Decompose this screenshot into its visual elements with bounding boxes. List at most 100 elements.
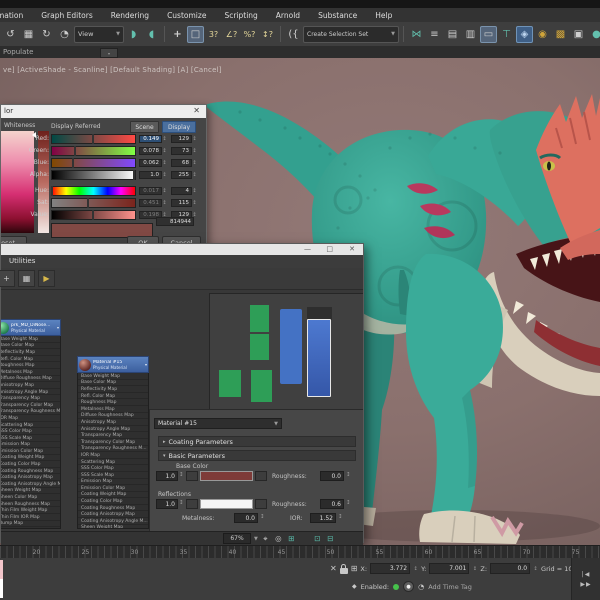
- map-slot[interactable]: Transparency Map: [78, 432, 148, 439]
- pick-material-icon[interactable]: ▶: [38, 270, 55, 287]
- spinner-icon[interactable]: ↕: [162, 188, 167, 194]
- menu-item[interactable]: Substance: [309, 11, 366, 20]
- alpha-slider[interactable]: [51, 169, 136, 180]
- navigator-panel[interactable]: [209, 293, 363, 411]
- zoom-tool-icon[interactable]: ◎: [273, 533, 284, 544]
- basic-parameters-rollout[interactable]: ▾ Basic Parameters: [158, 450, 356, 461]
- render-setup-icon[interactable]: ▩: [552, 26, 569, 43]
- close-icon[interactable]: ✕: [193, 106, 200, 115]
- navigator-node-selected[interactable]: [307, 319, 331, 397]
- display-value-field[interactable]: 73: [171, 146, 192, 155]
- auto-key-icon[interactable]: ●: [403, 581, 415, 592]
- slider-handle[interactable]: [73, 145, 76, 156]
- menu-item-utilities[interactable]: Utilities: [9, 257, 35, 265]
- curve-editor-icon[interactable]: ⊤: [498, 26, 515, 43]
- unlink-icon[interactable]: ◖: [143, 26, 160, 43]
- dialog-titlebar[interactable]: lor ✕: [1, 105, 206, 118]
- menu-item[interactable]: Help: [366, 11, 401, 20]
- map-slot[interactable]: Diffuse Roughness Map: [1, 376, 60, 383]
- y-coordinate-field[interactable]: 7.001: [429, 563, 470, 574]
- add-time-tag[interactable]: Add Time Tag: [428, 583, 472, 591]
- menu-item[interactable]: Rendering: [102, 11, 158, 20]
- viewport-shading-label[interactable]: ve] [ActiveShade - Scanline] [Default Sh…: [3, 66, 222, 74]
- display-value-field[interactable]: 129: [171, 134, 192, 143]
- angle-snap-icon[interactable]: ∠?: [223, 26, 240, 43]
- map-slot[interactable]: Sheen Weight Map: [1, 488, 60, 495]
- navigator-node[interactable]: [250, 305, 269, 332]
- close-icon[interactable]: ✕: [349, 245, 355, 253]
- map-slot[interactable]: Coating Weight Map: [78, 492, 148, 499]
- map-slot[interactable]: Coating Anisotropy Map: [1, 474, 60, 482]
- isolate-selection-icon[interactable]: ✕: [330, 564, 337, 573]
- selection-lock-icon[interactable]: [339, 563, 348, 574]
- spinner-icon[interactable]: ↕: [192, 160, 197, 166]
- ribbon-tab-label[interactable]: Populate: [3, 48, 33, 56]
- zoom-region-icon[interactable]: ⊡: [312, 533, 323, 544]
- map-slot[interactable]: Reflectivity Map: [78, 386, 148, 393]
- map-slot[interactable]: IOR Map: [78, 452, 148, 459]
- navigator-node[interactable]: [219, 370, 241, 397]
- named-selection-sets-icon[interactable]: ({: [285, 26, 302, 43]
- spinner-icon[interactable]: ↕: [162, 160, 167, 166]
- slider-handle[interactable]: [72, 157, 75, 168]
- refl-color-swatch[interactable]: [200, 499, 253, 509]
- slider-handle[interactable]: [51, 185, 54, 196]
- map-slot[interactable]: Roughness Map: [1, 362, 60, 369]
- hex-value-field[interactable]: 814944: [156, 217, 194, 226]
- saturation-slider[interactable]: [51, 197, 136, 208]
- blue-slider[interactable]: [51, 157, 136, 168]
- red-slider[interactable]: [51, 133, 136, 144]
- display-value-field[interactable]: 255: [171, 170, 192, 179]
- slider-handle[interactable]: [133, 169, 135, 180]
- map-slot[interactable]: Sheen Weight Map: [78, 525, 148, 528]
- collapse-icon[interactable]: ▾: [57, 325, 59, 330]
- menu-item[interactable]: Customize: [158, 11, 215, 20]
- display-mode-button[interactable]: Display: [162, 121, 196, 133]
- base-color-swatch[interactable]: [200, 471, 253, 481]
- spinner-icon[interactable]: ↕: [192, 188, 197, 194]
- scene-value-field[interactable]: 0.149: [139, 134, 162, 143]
- scene-value-field[interactable]: 0.062: [139, 158, 162, 167]
- map-slot[interactable]: IOR Map: [1, 415, 60, 422]
- map-slot[interactable]: Coating Color Map: [78, 498, 148, 505]
- coordinate-display-icon[interactable]: ⊞: [351, 564, 358, 573]
- menu-item[interactable]: Graph Editors: [32, 11, 102, 20]
- base-color-map-button[interactable]: [255, 471, 267, 481]
- create-selection-set-dropdown[interactable]: Create Selection Set ▼: [303, 25, 399, 43]
- x-coordinate-field[interactable]: 3.772: [370, 563, 411, 574]
- scene-value-field[interactable]: 1.0: [139, 170, 162, 179]
- navigator-node[interactable]: [251, 370, 272, 402]
- spinner-icon[interactable]: ↕: [413, 566, 418, 572]
- move-icon[interactable]: +: [169, 26, 186, 43]
- slate-titlebar[interactable]: — □ ✕: [1, 244, 363, 255]
- collapse-icon[interactable]: ▾: [145, 362, 147, 367]
- spinner-icon[interactable]: ↕: [162, 136, 167, 142]
- spinner-icon[interactable]: ↕: [346, 500, 351, 506]
- map-slot[interactable]: Thin Film Weight Map: [1, 507, 60, 515]
- enabled-indicator[interactable]: [393, 583, 400, 590]
- metalness-field[interactable]: 0.0: [234, 513, 258, 523]
- menu-item[interactable]: Scripting: [215, 11, 266, 20]
- map-slot[interactable]: Anisotropy Map: [1, 382, 60, 389]
- ior-field[interactable]: 1.52: [310, 513, 336, 523]
- map-slot[interactable]: Roughness Map: [78, 399, 148, 406]
- timeline-ruler[interactable]: 20 25 30 35 40 45 50 55 60 65 70 75: [0, 545, 600, 559]
- redo-icon[interactable]: ↻: [38, 26, 55, 43]
- spinner-icon[interactable]: ↕: [346, 472, 351, 478]
- map-slot[interactable]: Coating Weight Map: [1, 455, 60, 462]
- spinner-icon[interactable]: ↕: [338, 514, 343, 520]
- spinner-icon[interactable]: ↕: [192, 148, 197, 154]
- spinner-icon[interactable]: ↕: [192, 172, 197, 178]
- scene-value-field[interactable]: 0.451: [139, 198, 162, 207]
- material-selector-dropdown[interactable]: Material #15 ▼: [154, 418, 282, 429]
- schematic-view-icon[interactable]: ◈: [516, 25, 533, 43]
- go-to-start-icon[interactable]: |◀: [582, 571, 591, 578]
- display-value-field[interactable]: 115: [171, 198, 192, 207]
- scene-value-field[interactable]: 0.078: [139, 146, 162, 155]
- menu-item[interactable]: Arnold: [267, 11, 309, 20]
- pan-hand-icon[interactable]: ⌖: [260, 533, 271, 544]
- refl-weight-map-button[interactable]: [186, 499, 198, 509]
- zoom-extents-selected-icon[interactable]: [299, 533, 310, 544]
- browse-maps-icon[interactable]: ▦: [18, 270, 35, 287]
- map-slot[interactable]: Base Color Map: [1, 343, 60, 350]
